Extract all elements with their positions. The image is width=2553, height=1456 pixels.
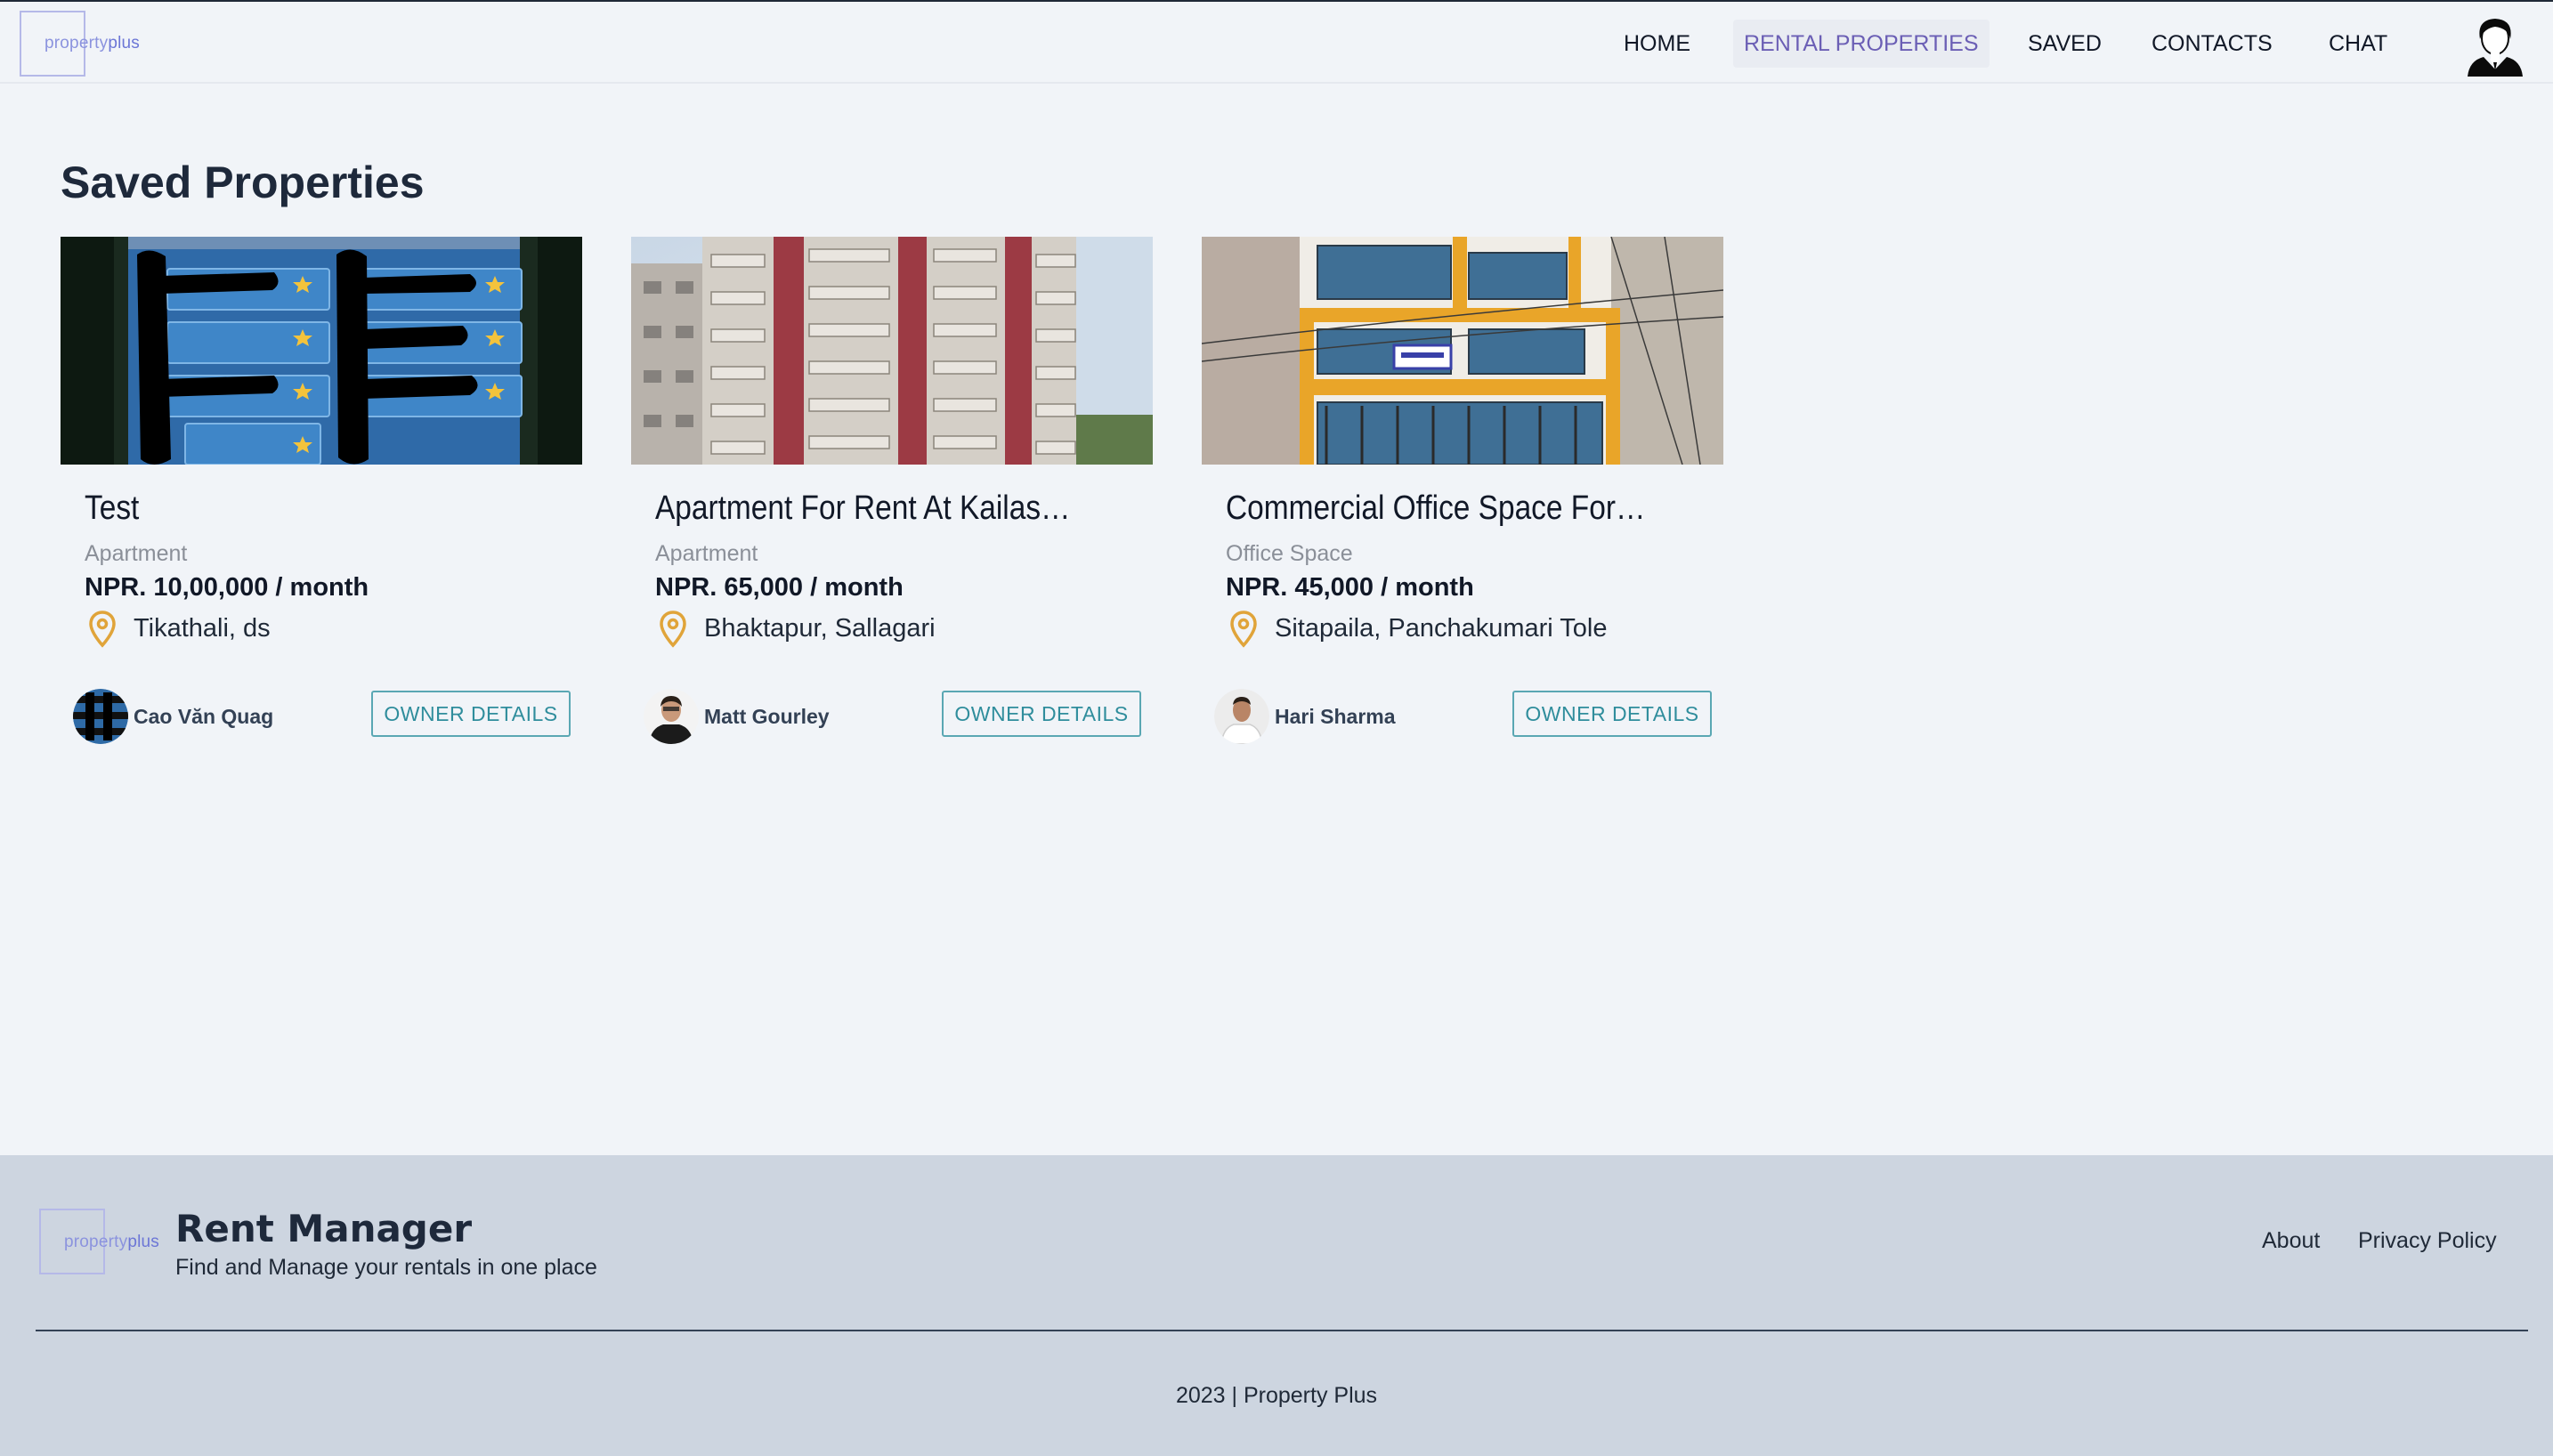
- logo-text-property: property: [45, 34, 109, 53]
- location-pin-icon: [660, 611, 686, 648]
- property-type: Office Space: [1226, 541, 1353, 566]
- property-image[interactable]: [631, 237, 1153, 465]
- owner-name: Matt Gourley: [704, 705, 830, 728]
- property-title[interactable]: Commercial Office Space For Rent: [1226, 489, 1649, 528]
- property-card[interactable]: Test Apartment NPR. 10,00,000 / month Ti…: [61, 237, 582, 753]
- property-price: NPR. 65,000 / month: [655, 573, 904, 602]
- user-avatar-icon[interactable]: [2466, 14, 2525, 77]
- property-type: Apartment: [85, 541, 188, 566]
- property-card[interactable]: Commercial Office Space For Rent Office …: [1202, 237, 1723, 753]
- logo-text-property: property: [64, 1233, 128, 1251]
- page-title: Saved Properties: [61, 158, 425, 207]
- property-price: NPR. 45,000 / month: [1226, 573, 1474, 602]
- footer-link-about[interactable]: About: [2262, 1228, 2320, 1254]
- owner-details-button[interactable]: OWNER DETAILS: [1512, 691, 1712, 737]
- footer-divider: [36, 1330, 2528, 1331]
- footer: propertyplus Rent Manager Find and Manag…: [0, 1155, 2553, 1456]
- logo[interactable]: propertyplus: [45, 34, 140, 53]
- owner-name: Cao Văn Quag: [134, 705, 274, 728]
- footer-brand: Rent Manager: [175, 1207, 473, 1250]
- footer-link-privacy-policy[interactable]: Privacy Policy: [2358, 1228, 2497, 1254]
- property-type: Apartment: [655, 541, 758, 566]
- owner-details-button[interactable]: OWNER DETAILS: [371, 691, 571, 737]
- property-card[interactable]: Apartment For Rent At Kailash H... Apart…: [631, 237, 1153, 753]
- owner-details-button[interactable]: OWNER DETAILS: [942, 691, 1141, 737]
- property-location: Bhaktapur, Sallagari: [704, 614, 936, 643]
- property-location: Sitapaila, Panchakumari Tole: [1275, 614, 1608, 643]
- logo-text-plus: plus: [127, 1233, 159, 1251]
- location-pin-icon: [89, 611, 116, 648]
- location-pin-icon: [1230, 611, 1257, 648]
- logo-text-plus: plus: [108, 34, 140, 53]
- footer-copyright: 2023 | Property Plus: [1175, 1383, 1378, 1408]
- nav-rental-properties[interactable]: RENTAL PROPERTIES: [1733, 20, 1990, 68]
- nav-home[interactable]: HOME: [1613, 20, 1701, 68]
- footer-tagline: Find and Manage your rentals in one plac…: [175, 1255, 597, 1280]
- owner-avatar: [644, 689, 699, 744]
- owner-name: Hari Sharma: [1275, 705, 1396, 728]
- property-price: NPR. 10,00,000 / month: [85, 573, 369, 602]
- nav-chat[interactable]: CHAT: [2318, 20, 2398, 68]
- property-image[interactable]: [1202, 237, 1723, 465]
- property-location: Tikathali, ds: [134, 614, 271, 643]
- nav-contacts[interactable]: CONTACTS: [2141, 20, 2283, 68]
- owner-avatar: [73, 689, 128, 744]
- top-navbar: propertyplus HOME RENTAL PROPERTIES SAVE…: [0, 0, 2553, 84]
- property-image[interactable]: [61, 237, 582, 465]
- property-title[interactable]: Apartment For Rent At Kailash H...: [655, 489, 1078, 528]
- owner-avatar: [1214, 689, 1269, 744]
- property-title[interactable]: Test: [85, 489, 507, 528]
- footer-logo[interactable]: propertyplus: [64, 1233, 159, 1252]
- nav-saved[interactable]: SAVED: [2017, 20, 2112, 68]
